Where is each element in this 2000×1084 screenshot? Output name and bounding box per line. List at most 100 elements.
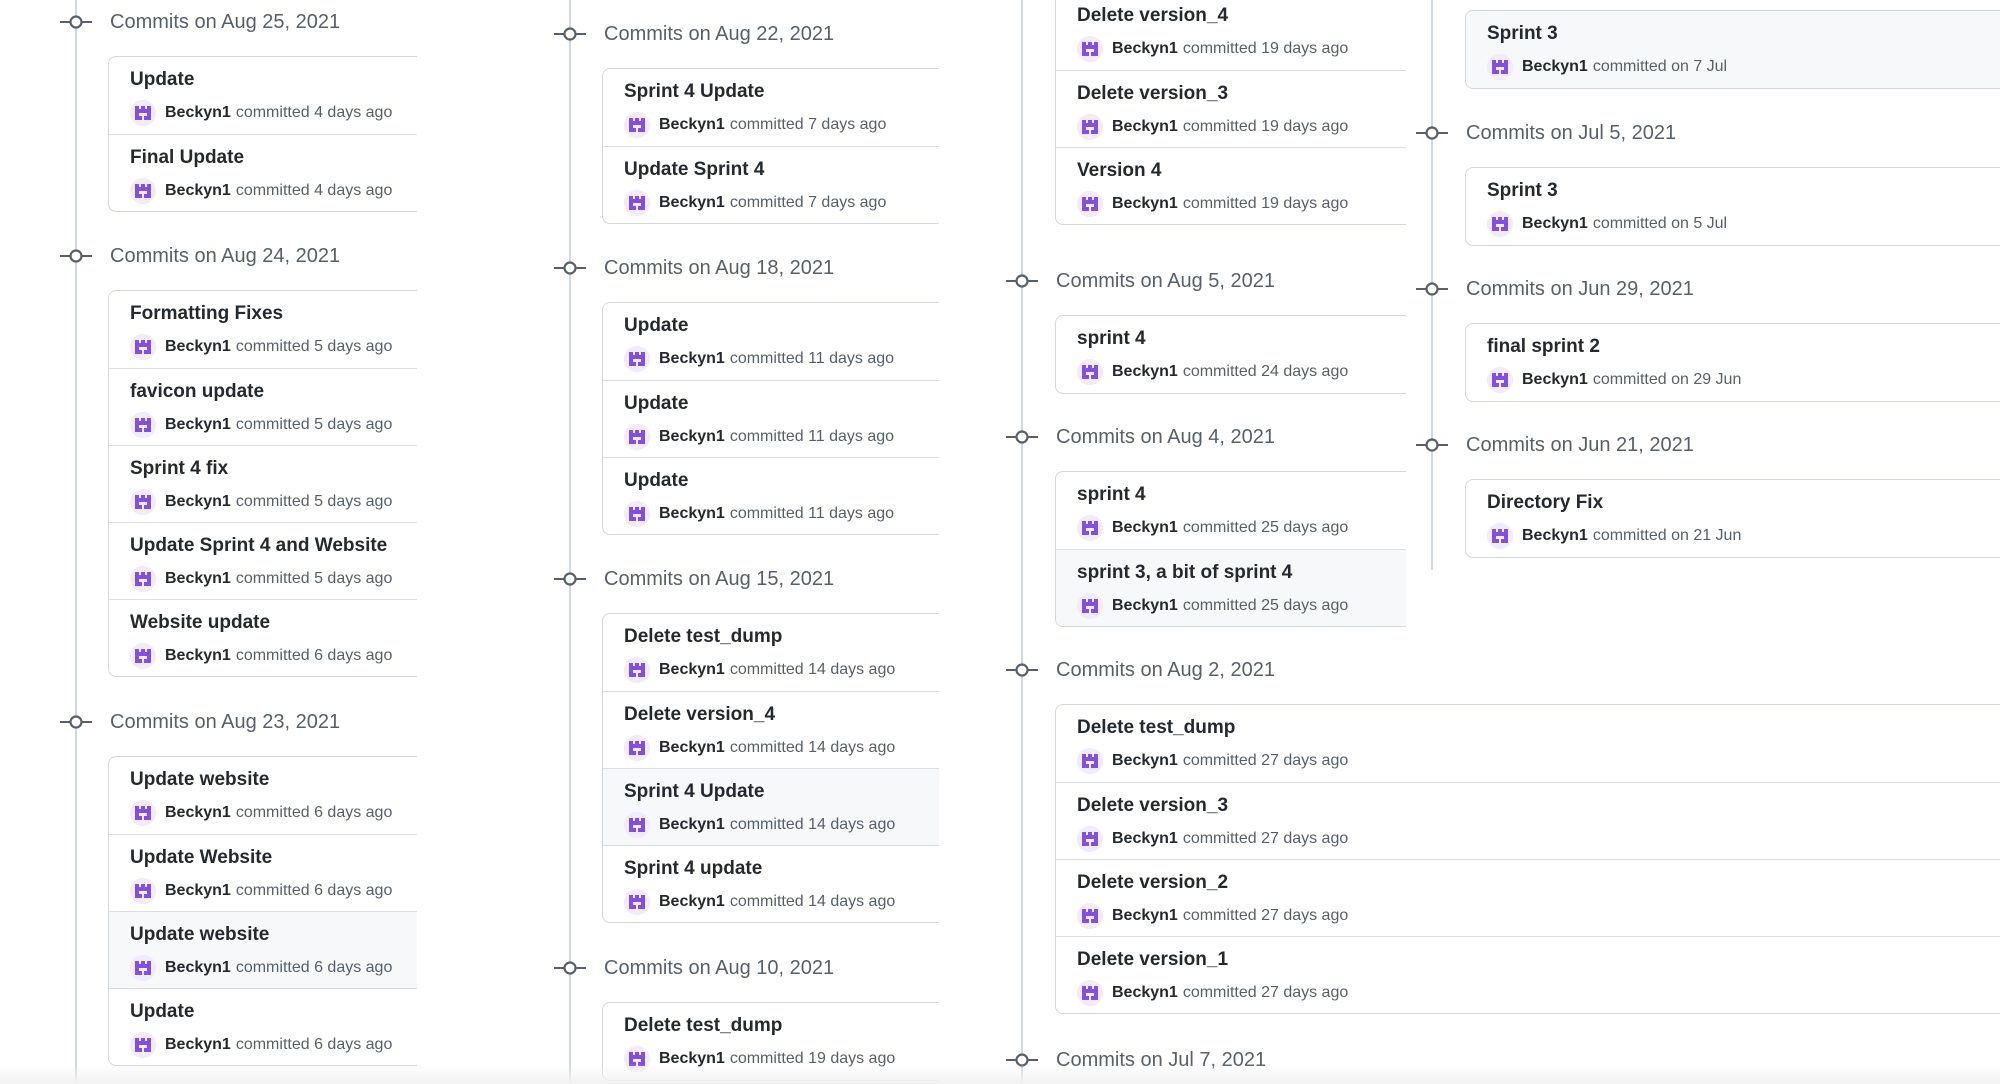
commit-message-link[interactable]: sprint 4 <box>1077 328 1146 350</box>
author-link[interactable]: Beckyn1 <box>659 816 725 834</box>
commit-row[interactable]: Update Website Beckyn1 committed 6 days ag… <box>109 834 417 911</box>
commit-message-link[interactable]: Update <box>624 315 688 337</box>
author-link[interactable]: Beckyn1 <box>659 739 725 757</box>
commit-row[interactable]: Sprint 4 Update Beckyn1 committed 7 days a… <box>603 69 939 146</box>
commit-row[interactable]: Update website Beckyn1 committed 6 days ag… <box>109 911 417 988</box>
commit-message-link[interactable]: favicon update <box>130 381 264 403</box>
author-link[interactable]: Beckyn1 <box>165 570 231 588</box>
commit-message-link[interactable]: Update <box>130 69 194 91</box>
identicon-icon[interactable] <box>624 735 650 761</box>
commit-row[interactable]: sprint 3, a bit of sprint 4 Beckyn1 commit… <box>1056 549 1406 626</box>
identicon-icon[interactable] <box>624 190 650 216</box>
identicon-icon[interactable] <box>130 643 156 669</box>
commit-row[interactable]: Update Beckyn1 committed 11 days ago <box>603 303 939 380</box>
author-link[interactable]: Beckyn1 <box>1112 519 1178 537</box>
commit-row[interactable]: Update Beckyn1 committed 11 days ago <box>603 380 939 457</box>
author-link[interactable]: Beckyn1 <box>1112 984 1178 1002</box>
identicon-icon[interactable] <box>1077 826 1103 852</box>
author-link[interactable]: Beckyn1 <box>659 350 725 368</box>
commit-message-link[interactable]: Sprint 4 Update <box>624 781 764 803</box>
author-link[interactable]: Beckyn1 <box>165 959 231 977</box>
commit-message-link[interactable]: final sprint 2 <box>1487 336 1600 358</box>
identicon-icon[interactable] <box>624 112 650 138</box>
commit-message-link[interactable]: Update <box>130 1001 194 1023</box>
author-link[interactable]: Beckyn1 <box>165 416 231 434</box>
identicon-icon[interactable] <box>1077 114 1103 140</box>
commit-message-link[interactable]: Formatting Fixes <box>130 303 283 325</box>
commit-row[interactable]: Delete version_3 Beckyn1 committed 19 days… <box>1056 70 1406 147</box>
commit-message-link[interactable]: Update website <box>130 769 269 791</box>
identicon-icon[interactable] <box>1077 359 1103 385</box>
identicon-icon[interactable] <box>1077 748 1103 774</box>
commit-message-link[interactable]: Sprint 4 Update <box>624 81 764 103</box>
commit-message-link[interactable]: Update website <box>130 924 269 946</box>
author-link[interactable]: Beckyn1 <box>1522 215 1588 233</box>
author-link[interactable]: Beckyn1 <box>1112 907 1178 925</box>
author-link[interactable]: Beckyn1 <box>1112 40 1178 58</box>
author-link[interactable]: Beckyn1 <box>1112 752 1178 770</box>
identicon-icon[interactable] <box>130 800 156 826</box>
author-link[interactable]: Beckyn1 <box>659 194 725 212</box>
commit-row[interactable]: Delete version_3 Beckyn1 committed 27 days… <box>1056 782 2000 859</box>
commit-row[interactable]: sprint 4 Beckyn1 committed 24 days ago <box>1056 316 1406 393</box>
identicon-icon[interactable] <box>1487 54 1513 80</box>
commit-message-link[interactable]: Sprint 3 <box>1487 23 1558 45</box>
commit-row[interactable]: Delete version_2 Beckyn1 committed 27 days… <box>1056 859 2000 936</box>
identicon-icon[interactable] <box>1077 980 1103 1006</box>
identicon-icon[interactable] <box>1077 593 1103 619</box>
commit-row[interactable]: Update Sprint 4 Beckyn1 committed 7 days a… <box>603 146 939 223</box>
commit-message-link[interactable]: Delete version_4 <box>624 704 775 726</box>
identicon-icon[interactable] <box>130 178 156 204</box>
commit-row[interactable]: Update Beckyn1 committed 4 days ago <box>109 57 417 134</box>
identicon-icon[interactable] <box>130 878 156 904</box>
identicon-icon[interactable] <box>130 955 156 981</box>
commit-message-link[interactable]: Sprint 4 fix <box>130 458 228 480</box>
author-link[interactable]: Beckyn1 <box>659 428 725 446</box>
identicon-icon[interactable] <box>624 424 650 450</box>
commit-row[interactable]: Version 4 Beckyn1 committed 19 days ago <box>1056 147 1406 224</box>
commit-message-link[interactable]: sprint 3, a bit of sprint 4 <box>1077 562 1292 584</box>
identicon-icon[interactable] <box>130 566 156 592</box>
author-link[interactable]: Beckyn1 <box>659 505 725 523</box>
commit-row[interactable]: sprint 4 Beckyn1 committed 25 days ago <box>1056 472 1406 549</box>
author-link[interactable]: Beckyn1 <box>1112 830 1178 848</box>
commit-row[interactable]: final sprint 2 Beckyn1 committed on 29 Jun <box>1466 324 2000 401</box>
commit-message-link[interactable]: Delete version_3 <box>1077 795 1228 817</box>
commit-row[interactable]: Directory Fix Beckyn1 committed on 21 Jun <box>1466 480 2000 557</box>
commit-message-link[interactable]: Update Sprint 4 <box>624 159 764 181</box>
identicon-icon[interactable] <box>130 489 156 515</box>
commit-row[interactable]: Sprint 4 Update Beckyn1 committed 14 days … <box>603 768 939 845</box>
commit-message-link[interactable]: Directory Fix <box>1487 492 1603 514</box>
commit-message-link[interactable]: sprint 4 <box>1077 484 1146 506</box>
commit-message-link[interactable]: Website update <box>130 612 270 634</box>
identicon-icon[interactable] <box>130 334 156 360</box>
identicon-icon[interactable] <box>624 889 650 915</box>
commit-row[interactable]: Delete version_4 Beckyn1 committed 19 days… <box>1056 0 1406 70</box>
identicon-icon[interactable] <box>624 501 650 527</box>
author-link[interactable]: Beckyn1 <box>165 493 231 511</box>
identicon-icon[interactable] <box>624 812 650 838</box>
author-link[interactable]: Beckyn1 <box>659 116 725 134</box>
author-link[interactable]: Beckyn1 <box>1112 118 1178 136</box>
commit-message-link[interactable]: Version 4 <box>1077 160 1162 182</box>
author-link[interactable]: Beckyn1 <box>1522 527 1588 545</box>
author-link[interactable]: Beckyn1 <box>165 182 231 200</box>
commit-row[interactable]: Update website Beckyn1 committed 6 days ag… <box>109 757 417 834</box>
commit-message-link[interactable]: Sprint 3 <box>1487 180 1558 202</box>
commit-row[interactable]: Update Beckyn1 committed 11 days ago <box>603 457 939 534</box>
commit-row[interactable]: Update Sprint 4 and Website Beckyn1 commit… <box>109 522 417 599</box>
commit-message-link[interactable]: Update Sprint 4 and Website <box>130 535 387 557</box>
commit-row[interactable]: Delete test_dump Beckyn1 committed 27 days… <box>1056 705 2000 782</box>
author-link[interactable]: Beckyn1 <box>165 804 231 822</box>
identicon-icon[interactable] <box>130 1032 156 1058</box>
commit-message-link[interactable]: Delete version_3 <box>1077 83 1228 105</box>
author-link[interactable]: Beckyn1 <box>659 661 725 679</box>
commit-message-link[interactable]: Update Website <box>130 847 272 869</box>
author-link[interactable]: Beckyn1 <box>165 1036 231 1054</box>
identicon-icon[interactable] <box>1077 191 1103 217</box>
commit-row[interactable]: Delete version_4 Beckyn1 committed 14 days… <box>603 691 939 768</box>
author-link[interactable]: Beckyn1 <box>165 647 231 665</box>
commit-row[interactable]: Website update Beckyn1 committed 6 days ag… <box>109 599 417 676</box>
commit-row[interactable]: favicon update Beckyn1 committed 5 days ag… <box>109 368 417 445</box>
identicon-icon[interactable] <box>130 100 156 126</box>
